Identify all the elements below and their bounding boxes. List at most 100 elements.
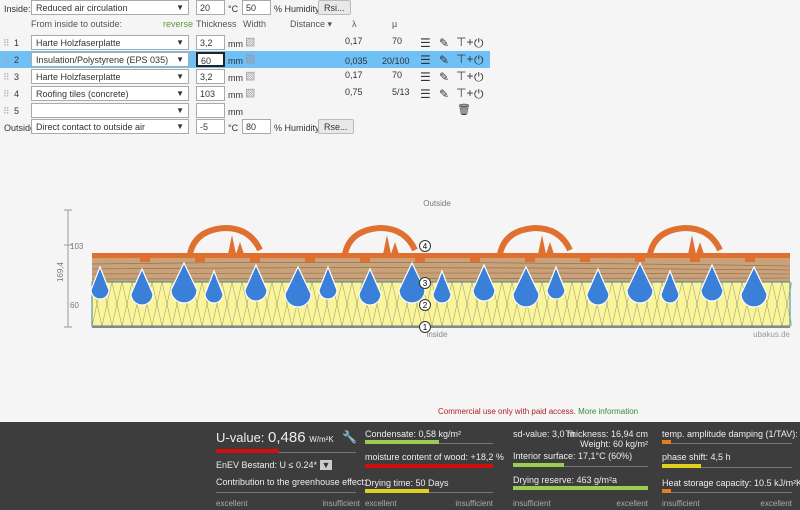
results-panel: U-value: 0,486 W/m²K 🔧 EnEV Bestand: U ≤… <box>0 422 800 510</box>
drag-handle-icon[interactable]: ⠿ <box>3 54 10 66</box>
width-pattern-icon[interactable]: ▧ <box>245 87 255 99</box>
tav-bar <box>662 440 792 444</box>
more-information-link[interactable]: More information <box>578 407 638 416</box>
rse-button[interactable]: Rse... <box>318 119 354 134</box>
outside-condition-select[interactable]: Direct contact to outside air ▼ <box>31 119 189 134</box>
watermark: ubakus.de <box>753 330 790 339</box>
heat-storage-label: Heat storage capacity: 10.5 kJ/m²K <box>662 478 800 488</box>
inside-condition-select[interactable]: Reduced air circulation ▼ <box>31 0 189 15</box>
tile-nub <box>360 256 370 262</box>
drying-reserve-label: Drying reserve: 463 g/m²a <box>513 475 618 485</box>
rsi-button[interactable]: Rsi... <box>318 0 351 15</box>
insert-layer-icon[interactable]: ⊤+ <box>456 87 473 99</box>
layer-marker-label: 2 <box>423 301 428 310</box>
scale-min: excellent <box>365 499 397 508</box>
dim-total-label: 169,4 <box>56 261 65 282</box>
scale-max: excellent <box>760 499 792 508</box>
tile-nub <box>415 256 425 262</box>
pencil-icon[interactable]: ✎ <box>439 88 449 100</box>
insert-layer-icon[interactable]: ⊤+ <box>456 53 473 65</box>
layer-row: ⠿ 2 Insulation/Polystyrene (EPS 035) ▼ 60… <box>0 51 490 68</box>
material-select[interactable]: Insulation/Polystyrene (EPS 035) ▼ <box>31 52 189 67</box>
tile-spike <box>228 235 244 254</box>
menu-icon[interactable]: ☰ <box>420 88 431 100</box>
inside-temp-input[interactable]: 20 <box>196 0 225 15</box>
scale-min: insufficient <box>662 499 700 508</box>
outside-humidity-unit: % Humidity <box>274 123 320 133</box>
greenhouse-label: Contribution to the greenhouse effect: <box>216 477 367 487</box>
menu-icon[interactable]: ☰ <box>420 54 431 66</box>
layer-row: ⠿ 5 ▼ mm 🗑 <box>0 102 490 119</box>
distance-header[interactable]: Distance ▾ <box>290 18 332 30</box>
power-icon[interactable]: ⏻ <box>474 54 484 66</box>
inside-humidity-input[interactable]: 50 <box>242 0 271 15</box>
width-pattern-icon[interactable]: ▧ <box>245 70 255 82</box>
layer-row: ⠿ 4 Roofing tiles (concrete) ▼ 103 mm ▧ 0… <box>0 85 490 102</box>
thickness-unit: mm <box>228 107 243 117</box>
trash-icon[interactable]: 🗑 <box>457 104 471 116</box>
inside-condition-value: Reduced air circulation <box>36 3 128 13</box>
power-icon[interactable]: ⏻ <box>474 71 484 83</box>
enev-label[interactable]: EnEV Bestand: U ≤ 0.24* ▼ <box>216 460 333 470</box>
reverse-link[interactable]: reverse <box>163 18 193 30</box>
scale-max: insufficient <box>455 499 493 508</box>
layer-marker-label: 1 <box>423 323 428 332</box>
material-value: Harte Holzfaserplatte <box>36 38 121 48</box>
material-select[interactable]: Harte Holzfaserplatte ▼ <box>31 69 189 84</box>
drag-handle-icon[interactable]: ⠿ <box>3 37 10 49</box>
thickness-unit: mm <box>228 56 243 66</box>
tile-spike <box>688 235 704 254</box>
lambda-value: 0,75 <box>345 87 363 97</box>
lambda-value: 0,17 <box>345 36 363 46</box>
chevron-down-icon: ▼ <box>176 72 184 81</box>
dim-bottom-label: 60 <box>70 301 79 310</box>
power-icon[interactable]: ⏻ <box>474 88 484 100</box>
greenhouse-bar <box>216 489 356 493</box>
drying-reserve-bar <box>513 486 648 490</box>
menu-icon[interactable]: ☰ <box>420 37 431 49</box>
tile-nub <box>690 256 700 262</box>
insert-layer-icon[interactable]: ⊤+ <box>456 70 473 82</box>
width-pattern-icon[interactable]: ▧ <box>245 36 255 48</box>
tile-nub <box>250 256 260 262</box>
u-value: 0,486 <box>268 429 306 446</box>
layer-row: ⠿ 3 Harte Holzfaserplatte ▼ 3,2 mm ▧ 0,17… <box>0 68 490 85</box>
chevron-down-icon: ▼ <box>176 55 184 64</box>
u-value-bar <box>216 449 356 453</box>
drag-handle-icon[interactable]: ⠿ <box>3 88 10 100</box>
tile-nub <box>140 256 150 262</box>
drag-handle-icon[interactable]: ⠿ <box>3 105 10 117</box>
tile-arch <box>647 224 723 255</box>
thickness-input[interactable]: 3,2 <box>196 35 225 50</box>
tile-arch <box>342 224 418 255</box>
interior-surface-bar <box>513 463 648 467</box>
material-select[interactable]: ▼ <box>31 103 189 118</box>
pencil-icon[interactable]: ✎ <box>439 37 449 49</box>
tile-nub <box>305 256 315 262</box>
u-value-label: U-value: <box>216 430 265 445</box>
power-icon[interactable]: ⏻ <box>474 37 484 49</box>
pencil-icon[interactable]: ✎ <box>439 54 449 66</box>
dropdown-icon[interactable]: ▼ <box>319 460 333 470</box>
thickness-input[interactable] <box>196 103 225 118</box>
drag-handle-icon[interactable]: ⠿ <box>3 71 10 83</box>
tile-spike <box>383 235 399 254</box>
condensate-bar <box>365 440 493 444</box>
layer-row: ⠿ 1 Harte Holzfaserplatte ▼ 3,2 mm ▧ 0,17… <box>0 34 490 51</box>
thickness-header: Thickness <box>196 19 237 29</box>
thickness-input[interactable]: 3,2 <box>196 69 225 84</box>
thickness-input[interactable]: 103 <box>196 86 225 101</box>
menu-icon[interactable]: ☰ <box>420 71 431 83</box>
thickness-input[interactable]: 60 <box>196 52 225 67</box>
inside-temp-unit: °C <box>228 4 239 14</box>
layer-number: 5 <box>14 106 20 116</box>
lambda-value: 0,17 <box>345 70 363 80</box>
pencil-icon[interactable]: ✎ <box>439 71 449 83</box>
material-select[interactable]: Harte Holzfaserplatte ▼ <box>31 35 189 50</box>
width-pattern-icon[interactable]: ▧ <box>245 53 255 65</box>
outside-humidity-input[interactable]: 80 <box>242 119 271 134</box>
material-select[interactable]: Roofing tiles (concrete) ▼ <box>31 86 189 101</box>
insert-layer-icon[interactable]: ⊤+ <box>456 36 473 48</box>
wrench-icon[interactable]: 🔧 <box>342 431 357 443</box>
outside-temp-input[interactable]: -5 <box>196 119 225 134</box>
